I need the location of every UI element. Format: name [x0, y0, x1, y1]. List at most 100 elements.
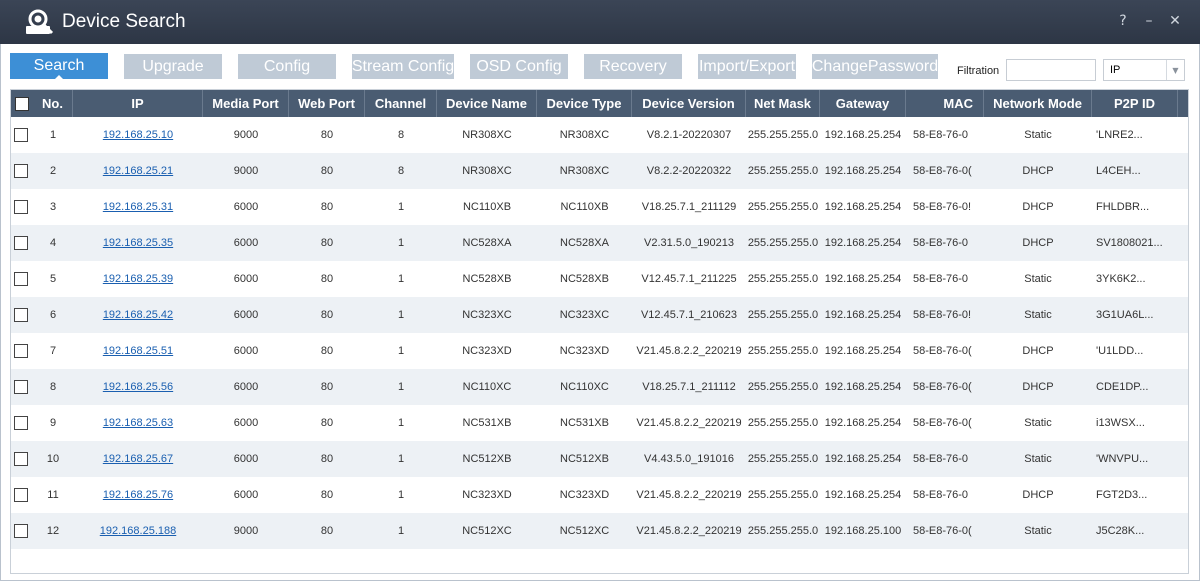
row-checkbox[interactable] [14, 380, 28, 394]
column-header-spacer [1178, 90, 1188, 117]
cell-network-mode: Static [1024, 417, 1052, 429]
cell-media-port: 6000 [233, 309, 259, 321]
osd-config-button[interactable]: OSD Config [470, 54, 568, 79]
cell-no: 4 [49, 237, 57, 249]
cell-net-mask: 255.255.255.0 [747, 273, 819, 285]
filter-field-select[interactable]: IP ▼ [1103, 59, 1185, 81]
filtration-input[interactable] [1006, 59, 1096, 81]
column-header-device-version[interactable]: Device Version [632, 90, 746, 117]
cell-ip[interactable]: 192.168.25.51 [73, 333, 203, 369]
cell-network-mode: Static [1024, 273, 1052, 285]
select-all-checkbox[interactable] [15, 96, 29, 111]
row-checkbox-cell [11, 369, 33, 405]
recovery-button[interactable]: Recovery [584, 54, 682, 79]
column-header-ip[interactable]: IP [73, 90, 203, 117]
column-header-p2p-id[interactable]: P2P ID [1092, 90, 1178, 117]
cell-p2p-id: 'U1LDD... [1096, 345, 1144, 357]
cell-ip[interactable]: 192.168.25.31 [73, 189, 203, 225]
upgrade-button[interactable]: Upgrade [124, 54, 222, 79]
table-row[interactable]: 4 192.168.25.35 6000 80 1 NC528XA NC528XA V2.31… [11, 225, 1188, 261]
column-header-device-type[interactable]: Device Type [537, 90, 632, 117]
cell-ip[interactable]: 192.168.25.35 [73, 225, 203, 261]
search-button[interactable]: Search [10, 53, 108, 79]
column-header-mac[interactable]: MAC [906, 90, 984, 117]
import-export-button[interactable]: Import/Export [698, 54, 796, 79]
table-row[interactable]: 10 192.168.25.67 6000 80 1 NC512XB NC512XB V4.4… [11, 441, 1188, 477]
cell-network-mode: DHCP [1022, 165, 1054, 177]
table-row[interactable]: 1 192.168.25.10 9000 80 8 NR308XC NR308XC V8.2.… [11, 117, 1188, 153]
table-row[interactable]: 3 192.168.25.31 6000 80 1 NC110XB NC110XB V18.2… [11, 189, 1188, 225]
cell-ip[interactable]: 192.168.25.42 [73, 297, 203, 333]
table-row[interactable]: 7 192.168.25.51 6000 80 1 NC323XD NC323XD V21.4… [11, 333, 1188, 369]
config-button[interactable]: Config [238, 54, 336, 79]
table-row[interactable]: 12 192.168.25.188 9000 80 1 NC512XC NC512XC V21… [11, 513, 1188, 549]
column-header-network-mode[interactable]: Network Mode [984, 90, 1092, 117]
cell-web-port: 80 [320, 453, 334, 465]
table-row[interactable]: 5 192.168.25.39 6000 80 1 NC528XB NC528XB V12.4… [11, 261, 1188, 297]
table-header: No. IP Media Port Web Port Channel Devic… [11, 90, 1188, 117]
row-checkbox[interactable] [14, 200, 28, 214]
cell-ip[interactable]: 192.168.25.188 [73, 513, 203, 549]
cell-ip[interactable]: 192.168.25.76 [73, 477, 203, 513]
column-header-net-mask[interactable]: Net Mask [746, 90, 820, 117]
cell-p2p-id: i13WSX... [1096, 417, 1145, 429]
stream-config-button[interactable]: Stream Config [352, 54, 454, 79]
column-header-gateway[interactable]: Gateway [820, 90, 906, 117]
cell-device-type: NC531XB [560, 417, 609, 429]
table-body: 1 192.168.25.10 9000 80 8 NR308XC NR308XC V8.2.… [11, 117, 1188, 549]
cell-p2p-id: 'WNVPU... [1096, 453, 1149, 465]
column-header-web-port[interactable]: Web Port [289, 90, 365, 117]
cell-device-version: V8.2.1-20220307 [646, 129, 732, 141]
cell-ip[interactable]: 192.168.25.67 [73, 441, 203, 477]
table-row[interactable]: 11 192.168.25.76 6000 80 1 NC323XD NC323XD V21.… [11, 477, 1188, 513]
help-button[interactable]: ? [1116, 12, 1130, 30]
close-button[interactable]: ✕ [1168, 12, 1182, 30]
row-checkbox[interactable] [14, 452, 28, 466]
cell-device-type: NC110XC [560, 381, 609, 393]
change-password-button[interactable]: ChangePassword [812, 54, 938, 79]
cell-device-type: NC110XB [560, 201, 609, 213]
row-checkbox[interactable] [14, 488, 28, 502]
cell-device-version: V18.25.7.1_211129 [641, 201, 737, 213]
row-checkbox[interactable] [14, 164, 28, 178]
cell-device-type: NC528XA [560, 237, 609, 249]
table-row[interactable]: 9 192.168.25.63 6000 80 1 NC531XB NC531XB V21.4… [11, 405, 1188, 441]
cell-ip[interactable]: 192.168.25.63 [73, 405, 203, 441]
cell-net-mask: 255.255.255.0 [747, 381, 819, 393]
cell-ip[interactable]: 192.168.25.21 [73, 153, 203, 189]
cell-channel: 1 [397, 309, 405, 321]
cell-gateway: 192.168.25.100 [824, 525, 902, 537]
row-checkbox[interactable] [14, 524, 28, 538]
column-header-media-port[interactable]: Media Port [203, 90, 289, 117]
cell-mac: 58-E8-76-0 [913, 489, 969, 501]
chevron-down-icon[interactable]: ▼ [1166, 60, 1184, 80]
cell-ip[interactable]: 192.168.25.10 [73, 117, 203, 153]
cell-mac: 58-E8-76-0( [913, 381, 972, 393]
filter-field-value: IP [1110, 64, 1121, 76]
window-title: Device Search [62, 11, 186, 32]
cell-ip[interactable]: 192.168.25.56 [73, 369, 203, 405]
row-checkbox[interactable] [14, 128, 28, 142]
table-row[interactable]: 2 192.168.25.21 9000 80 8 NR308XC NR308XC V8.2.… [11, 153, 1188, 189]
cell-device-version: V18.25.7.1_211112 [642, 381, 736, 393]
row-checkbox[interactable] [14, 344, 28, 358]
row-spacer [1178, 225, 1188, 261]
cell-mac: 58-E8-76-0 [913, 453, 969, 465]
column-header-channel[interactable]: Channel [365, 90, 437, 117]
row-checkbox[interactable] [14, 416, 28, 430]
row-checkbox[interactable] [14, 272, 28, 286]
cell-no: 2 [49, 165, 57, 177]
cell-no: 3 [49, 201, 57, 213]
minimize-button[interactable]: – [1142, 12, 1156, 30]
cell-net-mask: 255.255.255.0 [747, 201, 819, 213]
table-row[interactable]: 6 192.168.25.42 6000 80 1 NC323XC NC323XC V12.4… [11, 297, 1188, 333]
row-spacer [1178, 405, 1188, 441]
cell-channel: 1 [397, 453, 405, 465]
cell-ip[interactable]: 192.168.25.39 [73, 261, 203, 297]
row-checkbox[interactable] [14, 308, 28, 322]
row-checkbox[interactable] [14, 236, 28, 250]
column-header-device-name[interactable]: Device Name [437, 90, 537, 117]
table-row[interactable]: 8 192.168.25.56 6000 80 1 NC110XC NC110XC V18.2… [11, 369, 1188, 405]
cell-media-port: 6000 [233, 381, 259, 393]
column-header-no[interactable]: No. [33, 90, 73, 117]
